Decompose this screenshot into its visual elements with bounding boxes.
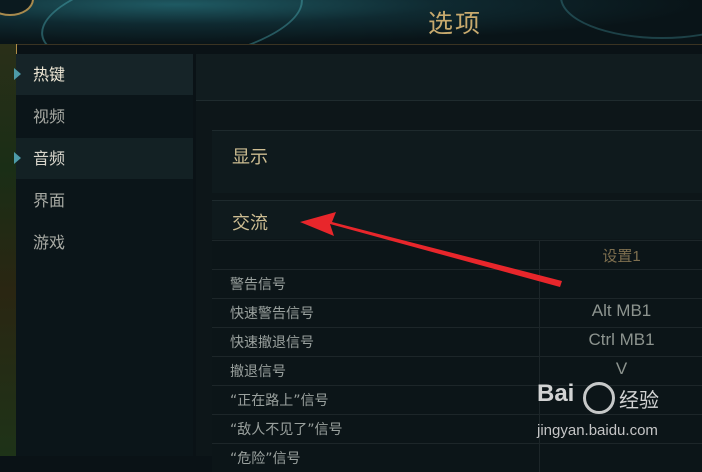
crest-ornament <box>0 0 34 16</box>
table-header-row: 设置1 <box>212 240 702 269</box>
sidebar-item-interface[interactable]: 界面 <box>16 180 193 221</box>
column-divider <box>539 270 540 298</box>
row-label: 快速警告信号 <box>230 306 314 322</box>
selected-arrow-icon <box>14 68 21 80</box>
hover-arrow-icon <box>14 152 21 164</box>
title-bar: 选项 <box>0 0 702 45</box>
sidebar-item-label: 界面 <box>33 191 66 210</box>
options-sidebar: 热键 视频 音频 界面 游戏 <box>14 54 193 456</box>
sidebar-item-video[interactable]: 视频 <box>16 96 193 137</box>
watermark-name: 经验 <box>619 388 659 412</box>
sidebar-item-label: 游戏 <box>33 233 66 252</box>
keybind-cell[interactable]: Alt MB1 <box>541 301 702 321</box>
table-row[interactable]: 快速警告信号 Alt MB1 <box>212 298 702 327</box>
section-display[interactable]: 显示 <box>212 130 702 193</box>
row-label: “敌人不见了”信号 <box>230 422 343 438</box>
header-decoration <box>560 0 702 39</box>
keybind-cell[interactable]: V <box>541 359 702 379</box>
row-label: 快速撤退信号 <box>230 335 314 351</box>
sidebar-item-label: 视频 <box>33 107 66 126</box>
row-label: “危险”信号 <box>230 451 301 467</box>
panel-toolbar <box>196 54 702 101</box>
column-divider <box>539 241 540 269</box>
row-label: 撤退信号 <box>230 364 286 380</box>
column-divider <box>539 299 540 327</box>
table-row[interactable]: 快速撤退信号 Ctrl MB1 <box>212 327 702 356</box>
sidebar-item-audio[interactable]: 音频 <box>14 138 193 179</box>
sidebar-item-label: 音频 <box>33 149 66 168</box>
column-header: 设置1 <box>602 248 641 265</box>
watermark-url: jingyan.baidu.com <box>537 422 658 439</box>
paw-icon <box>583 382 615 414</box>
side-artwork <box>0 44 17 456</box>
sidebar-item-label: 热键 <box>33 65 66 84</box>
watermark-logo: Bai <box>537 380 575 407</box>
window-title: 选项 <box>428 9 483 38</box>
header-decoration <box>34 0 310 44</box>
sidebar-item-hotkeys[interactable]: 热键 <box>14 54 193 95</box>
keybind-cell[interactable]: Ctrl MB1 <box>541 330 702 350</box>
section-communication[interactable]: 交流 <box>212 200 702 239</box>
sidebar-item-game[interactable]: 游戏 <box>16 222 193 263</box>
table-row[interactable]: 警告信号 <box>212 269 702 298</box>
row-label: 警告信号 <box>230 277 286 293</box>
column-divider <box>539 328 540 356</box>
baidu-jingyan-watermark: Bai 经验 jingyan.baidu.com <box>535 378 702 456</box>
section-title: 显示 <box>232 147 268 168</box>
row-label: “正在路上”信号 <box>230 393 329 409</box>
section-title: 交流 <box>232 213 268 234</box>
